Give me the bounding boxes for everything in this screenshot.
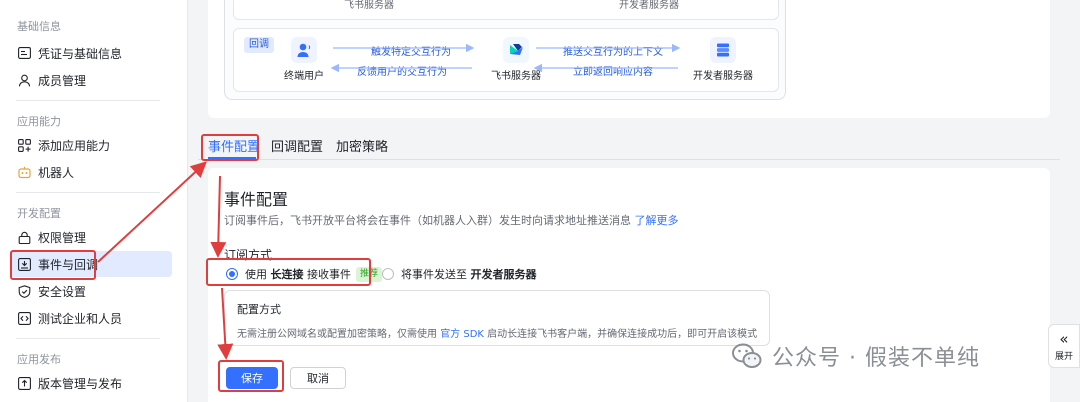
expand-panel-button[interactable]: « 展开 [1048,324,1080,368]
learn-more-link[interactable]: 了解更多 [635,214,679,227]
node-dev-server: 开发者服务器 [686,37,760,82]
double-chevron-left-icon: « [1059,330,1069,348]
user-avatar-icon [291,37,317,63]
section-title-dev: 开发配置 [17,207,61,220]
sidebar-item-test-org[interactable]: 测试企业和人员 [10,305,172,331]
sidebar-item-label: 成员管理 [38,73,87,88]
grid-plus-icon [17,138,31,152]
upload-icon [17,376,31,390]
config-mode-box: 配置方式 无需注册公网域名或配置加密策略，仅需使用 官方 SDK 启动长连接飞书… [224,290,770,346]
tabs-divider [198,159,1060,160]
id-card-icon [17,46,31,60]
sidebar-item-label: 版本管理与发布 [38,376,123,391]
sidebar-item-label: 测试企业和人员 [38,311,123,326]
robot-icon [17,165,31,179]
config-tabs: 事件配置 回调配置 加密策略 [198,130,1060,160]
section-title-basic: 基础信息 [17,20,61,33]
subscribe-method-label: 订阅方式 [224,248,273,262]
node-label-dev-server-top: 开发者服务器 [619,0,679,11]
tab-encryption[interactable]: 加密策略 [336,136,388,155]
server-icon [710,37,736,63]
event-icon [17,257,31,271]
sidebar-item-label: 权限管理 [38,230,87,245]
sidebar-item-permissions[interactable]: 权限管理 [10,224,172,250]
sidebar-item-version-release[interactable]: 版本管理与发布 [10,370,172,396]
official-sdk-link[interactable]: 官方 SDK [440,329,484,340]
option-dev-server[interactable]: 将事件发送至 开发者服务器 [382,266,537,282]
flow-diagram: 飞书服务器 开发者服务器 回调 终端用户 飞书服务器 开发者服务器 触发特定交互… [224,0,786,100]
shield-icon [17,284,31,298]
section-title-release: 应用发布 [17,353,61,366]
sidebar-item-add-capability[interactable]: 添加应用能力 [10,132,172,158]
sidebar-divider [16,192,160,193]
recommended-badge: 推荐 [356,266,383,282]
save-button[interactable]: 保存 [226,367,278,389]
section-title-capability: 应用能力 [17,115,61,128]
sidebar-divider [16,338,160,339]
node-feishu-server: 飞书服务器 [486,37,546,82]
sidebar-divider [16,100,160,101]
radio-dev-server[interactable] [382,268,394,280]
tab-callback-config[interactable]: 回调配置 [271,136,323,155]
sidebar-item-members[interactable]: 成员管理 [10,67,172,93]
event-config-title: 事件配置 [224,190,289,209]
sidebar-item-events-callbacks[interactable]: 事件与回调 [10,251,172,277]
feishu-logo-icon [503,37,529,63]
config-mode-title: 配置方式 [237,303,281,316]
user-icon [17,73,31,87]
config-mode-description: 无需注册公网域名或配置加密策略，仅需使用 官方 SDK 启动长连接飞书客户端，并… [237,329,758,340]
sidebar-item-robot[interactable]: 机器人 [10,159,172,185]
sidebar: 基础信息 凭证与基础信息 成员管理 应用能力 添加应用能力 机器人 开发配置 权… [0,0,188,402]
node-label-feishu-server-top: 飞书服务器 [344,0,394,11]
sidebar-item-label: 凭证与基础信息 [38,46,123,61]
wechat-icon [732,343,762,368]
sidebar-item-label: 添加应用能力 [38,138,111,153]
tab-event-config[interactable]: 事件配置 [208,136,260,155]
wechat-watermark: 公众号 · 假装不单纯 [732,340,980,372]
event-config-description: 订阅事件后，飞书开放平台将会在事件（如机器人入群）发生时向请求地址推送消息 了解… [224,214,679,227]
sidebar-item-security[interactable]: 安全设置 [10,278,172,304]
lock-icon [17,230,31,244]
callback-flow-row: 回调 终端用户 飞书服务器 开发者服务器 触发特定交互行为 反馈用户的交互行为 … [233,28,779,92]
flow-diagram-card: 飞书服务器 开发者服务器 回调 终端用户 飞书服务器 开发者服务器 触发特定交互… [208,0,1050,118]
sidebar-item-label: 机器人 [38,165,75,180]
code-icon [17,311,31,325]
radio-long-connection[interactable] [226,268,238,280]
sidebar-item-label: 安全设置 [38,284,87,299]
cancel-button[interactable]: 取消 [290,367,346,389]
sidebar-item-label: 事件与回调 [38,257,99,272]
node-end-user: 终端用户 [274,37,334,82]
event-flow-row: 飞书服务器 开发者服务器 [233,0,779,20]
sidebar-item-credentials[interactable]: 凭证与基础信息 [10,40,172,66]
option-long-connection[interactable]: 使用 长连接 接收事件 推荐 [226,266,383,282]
callback-tag: 回调 [244,37,274,53]
